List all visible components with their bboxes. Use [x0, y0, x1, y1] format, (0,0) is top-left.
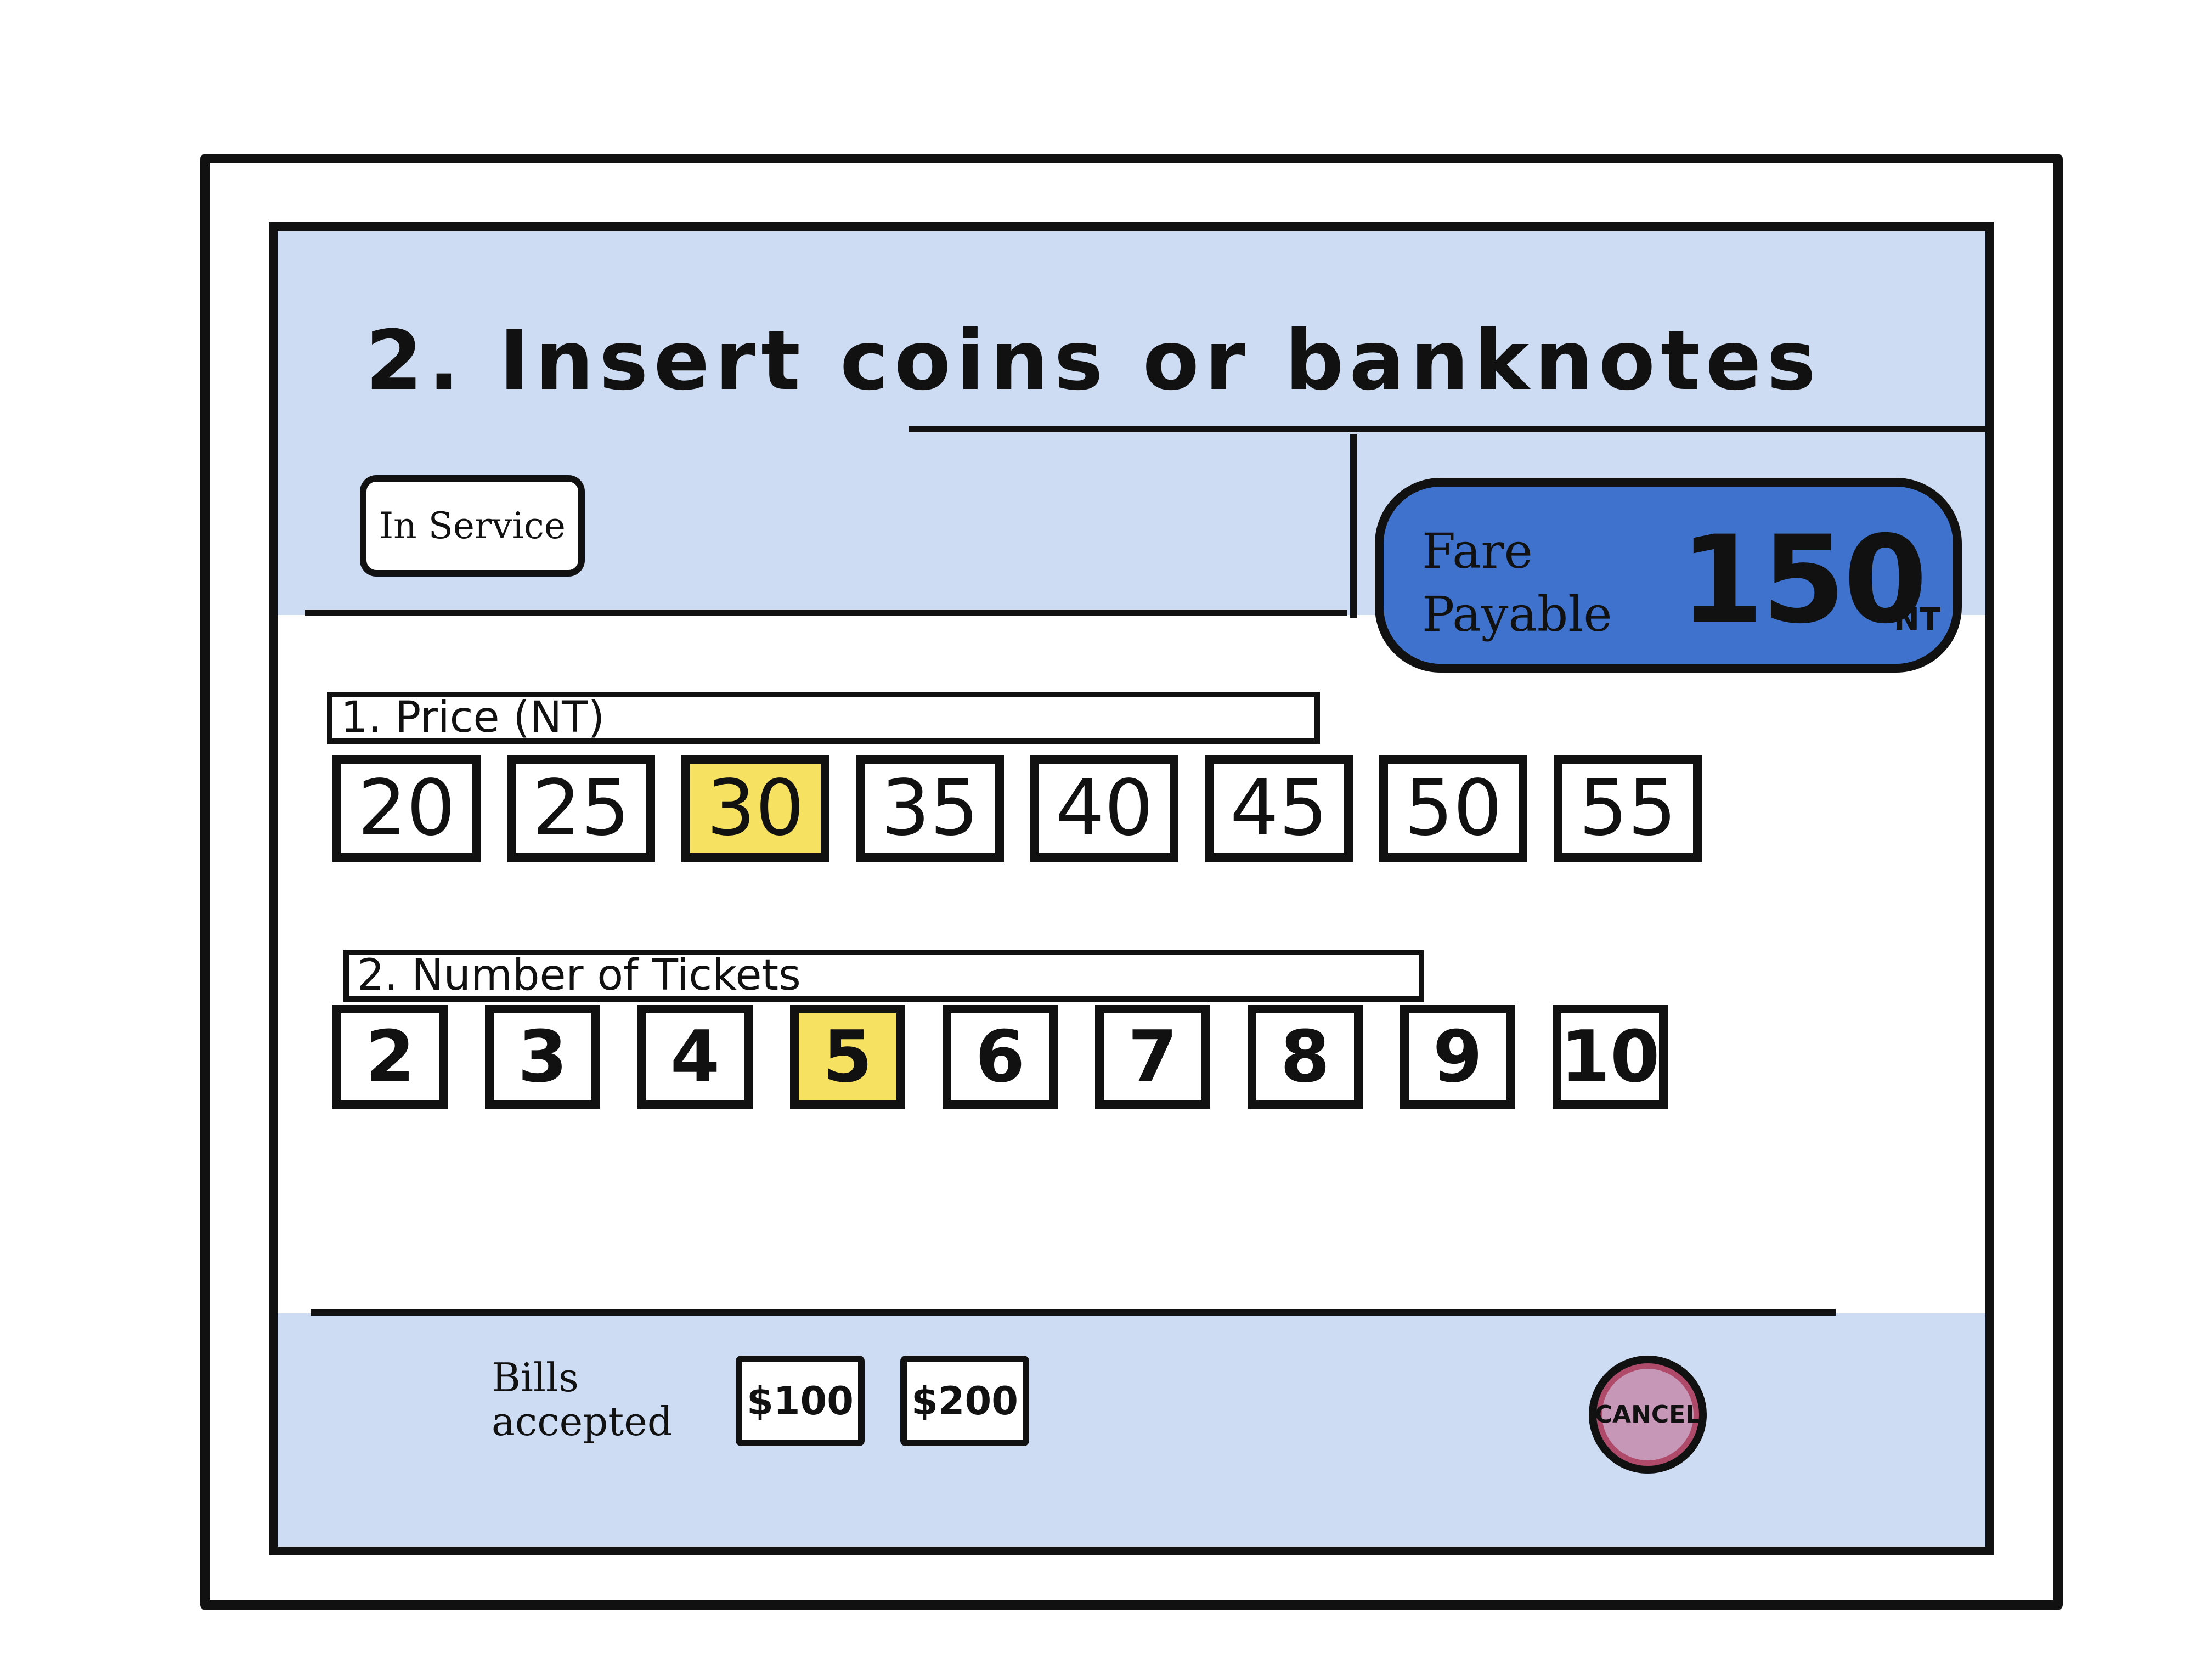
fare-currency: NT [1894, 602, 1941, 637]
fare-payable-panel: Fare Payable 150 NT [1375, 478, 1962, 673]
price-option-30[interactable]: 30 [681, 755, 830, 862]
ticket-option-6[interactable]: 6 [943, 1005, 1058, 1109]
ticket-option-2[interactable]: 2 [332, 1005, 448, 1109]
page-title: 2. Insert coins or banknotes [365, 313, 1821, 409]
ticket-option-7[interactable]: 7 [1095, 1005, 1210, 1109]
tickets-section-header: 2. Number of Tickets [343, 950, 1424, 1002]
fare-divider [1350, 434, 1357, 618]
fare-label: Fare Payable [1422, 520, 1612, 646]
title-divider [909, 426, 1985, 432]
banknote-100-icon: $100 [736, 1356, 865, 1446]
price-section-header: 1. Price (NT) [327, 692, 1320, 744]
status-divider [305, 610, 1347, 616]
bills-accepted-label: Bills accepted [492, 1356, 673, 1443]
cancel-button[interactable]: CANCEL [1589, 1356, 1707, 1474]
status-label: In Service [379, 505, 566, 547]
price-option-55[interactable]: 55 [1554, 755, 1702, 862]
price-option-20[interactable]: 20 [332, 755, 481, 862]
ticket-option-8[interactable]: 8 [1248, 1005, 1363, 1109]
ticket-option-3[interactable]: 3 [485, 1005, 600, 1109]
price-option-50[interactable]: 50 [1379, 755, 1527, 862]
fare-amount: 150 [1680, 510, 1927, 650]
price-option-25[interactable]: 25 [507, 755, 655, 862]
price-options: 20 25 30 35 40 45 50 55 [332, 755, 1702, 862]
ticket-option-4[interactable]: 4 [637, 1005, 753, 1109]
ticket-option-5[interactable]: 5 [790, 1005, 905, 1109]
bills-divider [311, 1309, 1836, 1316]
price-option-40[interactable]: 40 [1030, 755, 1178, 862]
price-option-35[interactable]: 35 [856, 755, 1004, 862]
banknote-200-icon: $200 [900, 1356, 1029, 1446]
bills-label-line1: Bills [492, 1355, 579, 1401]
status-badge: In Service [360, 475, 585, 577]
fare-label-line1: Fare [1422, 523, 1533, 579]
ticket-count-options: 2 3 4 5 6 7 8 9 10 [332, 1005, 1668, 1109]
bills-label-line2: accepted [492, 1398, 673, 1444]
ticket-option-10[interactable]: 10 [1553, 1005, 1668, 1109]
fare-label-line2: Payable [1422, 586, 1612, 642]
ticket-machine-screen: 2. Insert coins or banknotes In Service … [269, 222, 1994, 1555]
price-option-45[interactable]: 45 [1205, 755, 1353, 862]
ticket-option-9[interactable]: 9 [1400, 1005, 1515, 1109]
